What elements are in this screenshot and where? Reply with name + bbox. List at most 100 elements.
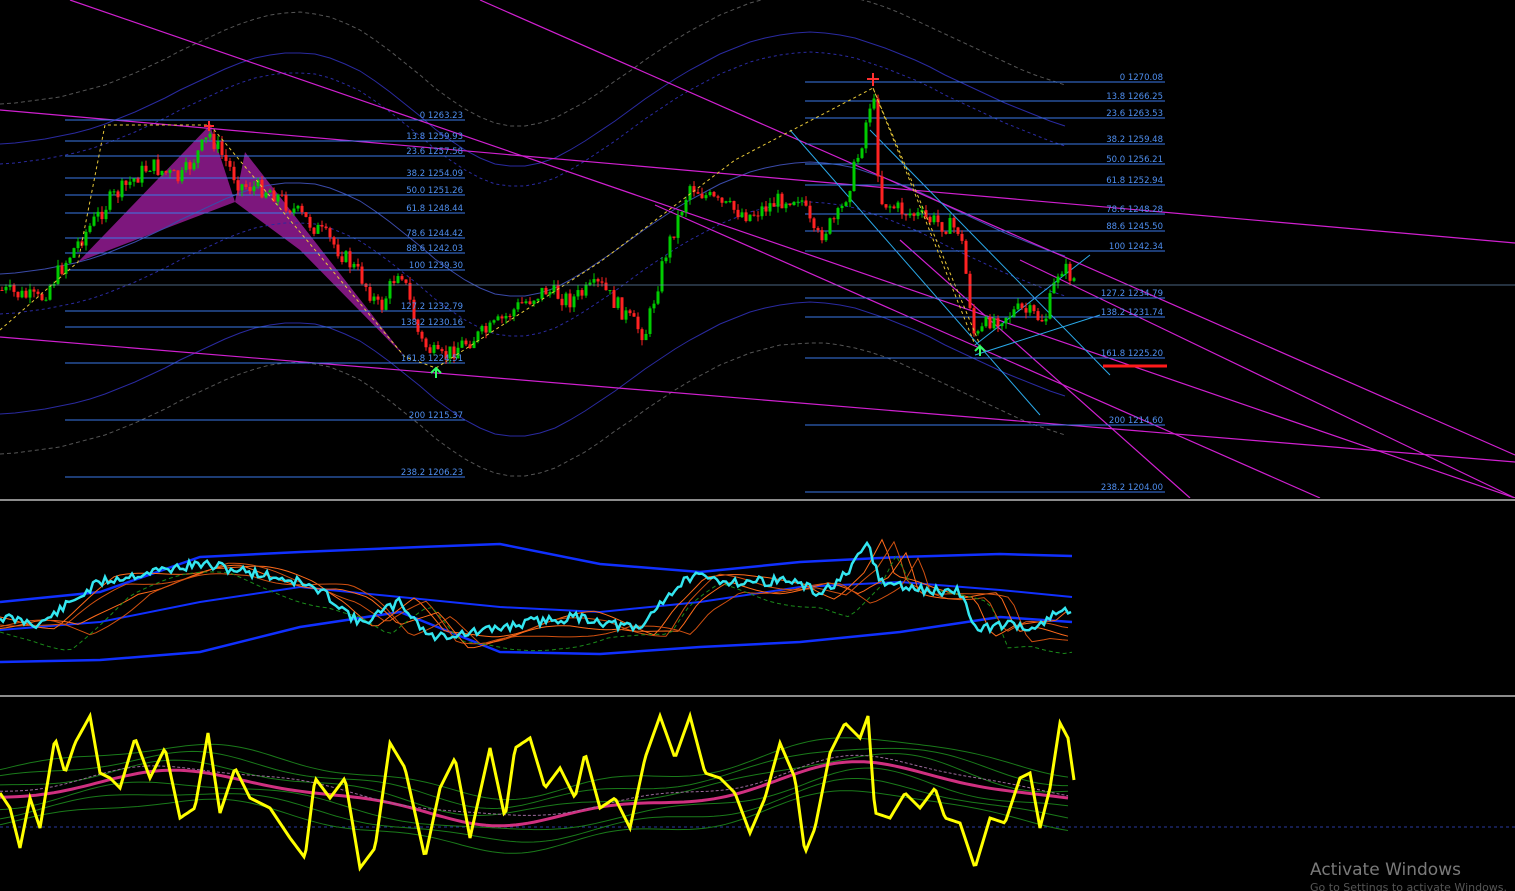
candle-body — [840, 205, 844, 209]
candle-body — [60, 265, 64, 274]
candle-body — [724, 201, 728, 203]
candle-body — [660, 261, 664, 292]
candle-body — [884, 204, 888, 208]
candle-body — [1020, 303, 1024, 309]
candle-body — [668, 236, 672, 258]
candle-body — [784, 203, 788, 209]
candle-body — [864, 122, 868, 149]
candle-body — [440, 349, 444, 352]
candle-body — [892, 206, 896, 209]
candle-body — [712, 192, 716, 197]
candle-body — [844, 202, 848, 206]
envelope-outer-upper — [0, 0, 1066, 127]
candle-body — [744, 212, 748, 222]
candle-body — [540, 287, 544, 299]
candle-body — [680, 212, 684, 216]
pane-separator[interactable] — [0, 695, 1515, 697]
candle-body — [172, 170, 176, 172]
candle-body — [760, 206, 764, 217]
candle-body — [992, 318, 996, 329]
candle-body — [1036, 311, 1040, 321]
candle-body — [204, 137, 208, 140]
candle-body — [516, 302, 520, 310]
candle-body — [296, 205, 300, 209]
candle-body — [24, 290, 28, 298]
oscillator-1-canvas[interactable] — [0, 502, 1515, 694]
envelope-upper — [0, 31, 1066, 167]
activate-windows-title: Activate Windows — [1310, 860, 1461, 880]
candle-body — [1060, 273, 1064, 277]
trendline — [0, 109, 1515, 244]
candle-body — [64, 262, 68, 274]
candle-body — [76, 241, 80, 249]
candle-body — [156, 159, 160, 175]
fib-level-label: 238.2 1206.23 — [401, 468, 463, 478]
candle-body — [328, 228, 332, 238]
fib-level-label: 23.6 1263.53 — [1106, 109, 1163, 119]
fib-level-label: 127.2 1232.79 — [401, 302, 463, 312]
candle-body — [624, 310, 628, 320]
osc2-band-line — [0, 767, 1069, 831]
candle-body — [232, 166, 236, 181]
candle-body — [476, 331, 480, 342]
candle-body — [836, 208, 840, 220]
candle-body — [788, 203, 792, 206]
candle-body — [308, 216, 312, 228]
candle-body — [108, 191, 112, 210]
candle-body — [768, 203, 772, 212]
candle-body — [124, 180, 128, 185]
candle-body — [512, 309, 516, 317]
price-chart-pane[interactable]: 0 1263.23 13.8 1259.93 23.6 1257.58 38.2 12… — [0, 0, 1515, 498]
candle-body — [276, 194, 280, 202]
oscillator-pane-2[interactable] — [0, 698, 1515, 887]
candle-body — [848, 191, 852, 203]
candle-body — [1024, 308, 1028, 313]
candle-body — [392, 281, 396, 284]
candle-body — [936, 215, 940, 223]
oscillator-2-canvas[interactable] — [0, 698, 1515, 887]
activate-windows-subtitle: Go to Settings to activate Windows. — [1310, 881, 1508, 891]
candle-body — [376, 296, 380, 300]
candle-body — [188, 162, 192, 170]
candle-body — [148, 170, 152, 172]
fib-level-label: 23.6 1257.58 — [406, 147, 463, 157]
candle-body — [732, 201, 736, 210]
candle-body — [956, 227, 960, 234]
fib-level-label: 100 1242.34 — [1109, 242, 1163, 252]
candle-body — [72, 248, 76, 258]
fib-level-label: 88.6 1242.03 — [406, 244, 463, 254]
candle-body — [236, 180, 240, 191]
channel-line — [789, 129, 1041, 416]
candle-body — [688, 186, 692, 200]
candle-body — [404, 279, 408, 283]
candle-body — [868, 108, 872, 123]
osc1-lower-band — [0, 610, 1073, 664]
candle-body — [672, 236, 676, 238]
candle-body — [388, 281, 392, 299]
candle-body — [764, 206, 768, 212]
candle-body — [100, 211, 104, 220]
down-arrow-icon — [204, 121, 214, 131]
candle-body — [552, 284, 556, 292]
fib-level-label: 61.8 1248.44 — [406, 204, 463, 214]
candle-body — [556, 284, 560, 299]
price-chart-canvas[interactable]: 0 1263.23 13.8 1259.93 23.6 1257.58 38.2 12… — [0, 0, 1515, 498]
candle-body — [1028, 305, 1032, 313]
candle-body — [604, 282, 608, 291]
candle-body — [116, 191, 120, 198]
candle-body — [1016, 303, 1020, 310]
candle-body — [1012, 309, 1016, 317]
candle-body — [984, 316, 988, 327]
oscillator-pane-1[interactable] — [0, 502, 1515, 694]
candle-body — [120, 180, 124, 198]
candle-body — [944, 231, 948, 234]
candle-body — [168, 170, 172, 173]
candle-body — [208, 133, 212, 138]
fib-level-label: 78.6 1244.42 — [406, 229, 463, 239]
candle-body — [812, 218, 816, 229]
candle-body — [632, 313, 636, 317]
pane-separator[interactable] — [0, 499, 1515, 501]
candle-body — [36, 291, 40, 294]
candle-body — [160, 170, 164, 175]
candle-body — [880, 176, 884, 205]
